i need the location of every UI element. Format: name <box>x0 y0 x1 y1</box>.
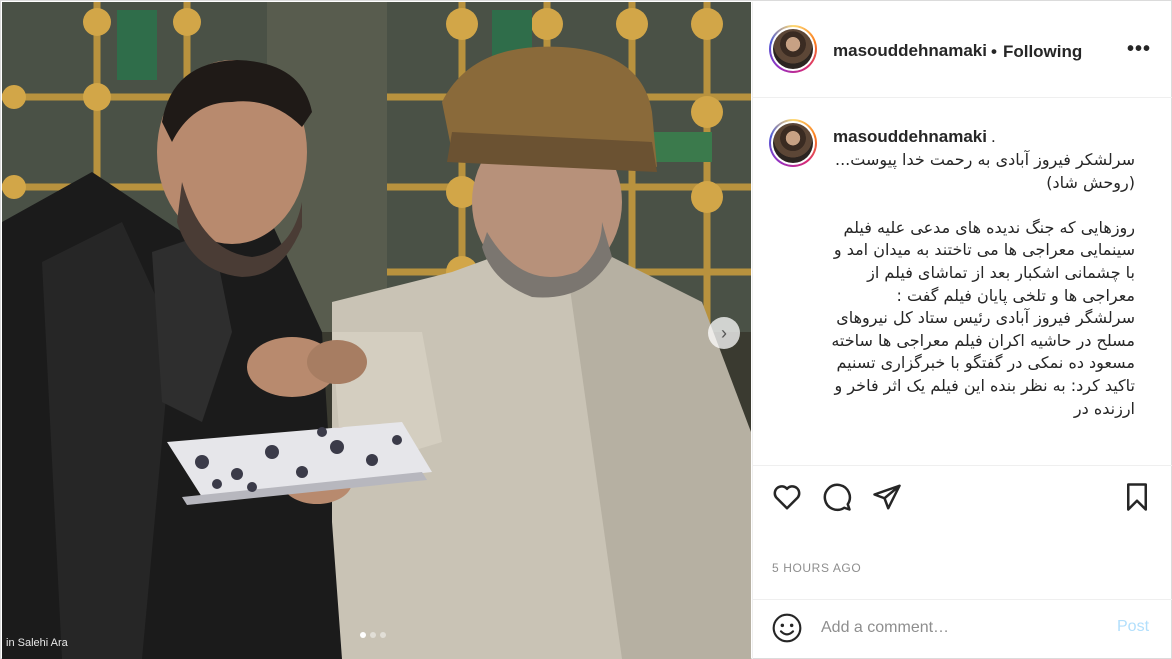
post-header: masouddehnamaki • Following ••• <box>753 2 1172 98</box>
carousel-dot <box>360 632 366 638</box>
comment-input[interactable] <box>821 617 1101 639</box>
carousel-next-button[interactable]: › <box>708 317 740 349</box>
comment-icon[interactable] <box>822 482 852 512</box>
caption-text: سرلشکر فیروز آبادی به رحمت خدا پیوست... … <box>831 150 1135 418</box>
caption-username: masouddehnamaki. <box>833 127 996 147</box>
post-timestamp[interactable]: 5 HOURS AGO <box>772 561 861 575</box>
post-photo[interactable]: in Salehi Ara › <box>2 2 751 659</box>
photo-credit-text: in Salehi Ara <box>6 637 68 649</box>
post-side-panel: masouddehnamaki • Following ••• masouddeh… <box>752 2 1172 659</box>
caption-trailing: . <box>991 127 996 146</box>
bookmark-icon[interactable] <box>1122 482 1152 512</box>
carousel-dots <box>360 632 386 638</box>
comment-box: Post <box>753 599 1172 659</box>
heart-icon[interactable] <box>772 482 802 512</box>
caption-author-link[interactable]: masouddehnamaki <box>833 127 987 146</box>
smiley-icon[interactable] <box>771 612 803 644</box>
avatar[interactable] <box>769 25 817 73</box>
carousel-dot <box>380 632 386 638</box>
author-username[interactable]: masouddehnamaki <box>833 41 987 61</box>
carousel-dot <box>370 632 376 638</box>
follow-separator: • <box>991 42 997 61</box>
instagram-post-window: in Salehi Ara › masouddehnamaki • Followi… <box>0 0 1172 659</box>
paper-plane-icon[interactable] <box>872 482 902 512</box>
following-button[interactable]: Following <box>1003 42 1082 61</box>
avatar[interactable] <box>769 119 817 167</box>
action-bar <box>753 465 1172 525</box>
follow-status[interactable]: • Following <box>991 42 1082 62</box>
post-comment-button[interactable]: Post <box>1117 618 1149 636</box>
ellipsis-icon[interactable]: ••• <box>1127 38 1151 61</box>
photo-illustration <box>2 2 751 659</box>
chevron-right-icon: › <box>721 322 727 343</box>
post-caption: masouddehnamaki. سرلشکر فیروز آبادی به ر… <box>753 99 1172 465</box>
